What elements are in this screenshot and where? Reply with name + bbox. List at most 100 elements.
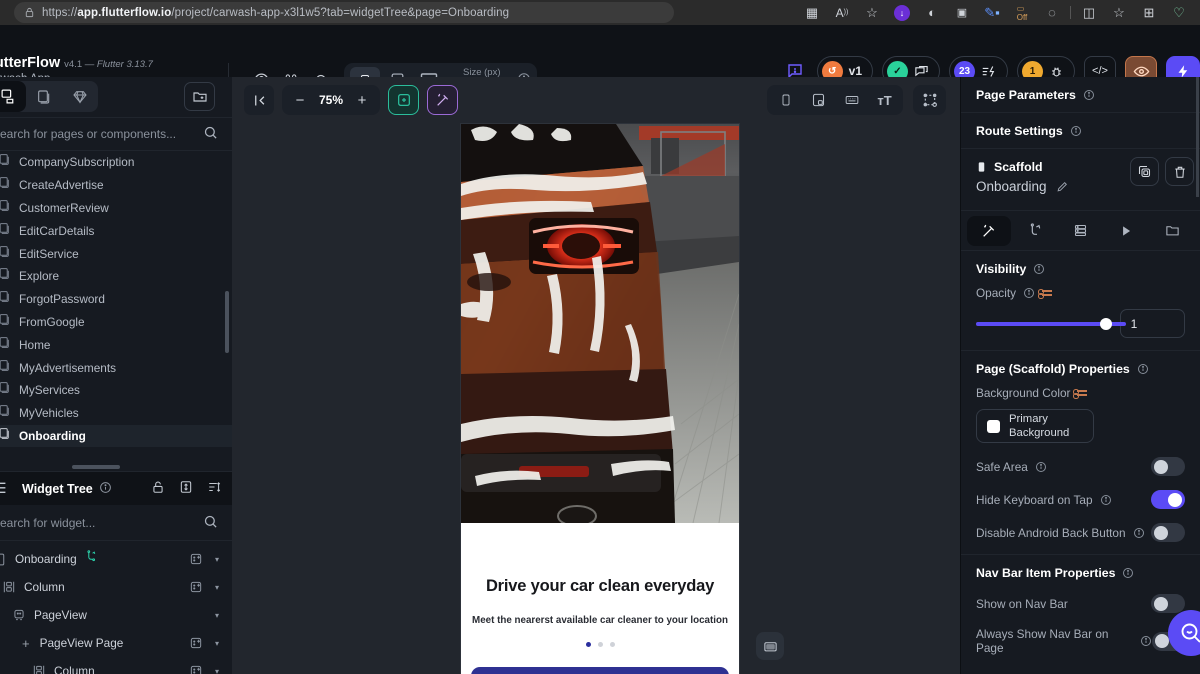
zoom-in-button[interactable]: +: [348, 86, 376, 114]
page-list-item[interactable]: Explore: [0, 265, 232, 288]
vertical-scrollbar[interactable]: [225, 291, 229, 353]
tab-animations[interactable]: [1104, 216, 1148, 246]
page-list-item[interactable]: MyAdvertisements: [0, 356, 232, 379]
plus-icon[interactable]: +: [22, 636, 30, 651]
chevron-down-icon[interactable]: ▾: [210, 555, 224, 564]
page-list-item[interactable]: CreateAdvertise: [0, 174, 232, 197]
magic-widget-button[interactable]: [427, 85, 458, 115]
tab-backend[interactable]: [1059, 216, 1103, 246]
show-on-nav-bar-row[interactable]: Show on Nav Bar: [976, 594, 1185, 613]
tree-node-pageview[interactable]: PageView ▾: [0, 601, 232, 629]
chevron-down-icon[interactable]: ▾: [210, 639, 224, 648]
page-list-item[interactable]: EditService: [0, 242, 232, 265]
info-icon[interactable]: [1083, 89, 1095, 101]
page-list-item[interactable]: FromGoogle: [0, 311, 232, 334]
add-child-icon[interactable]: [188, 579, 204, 595]
slider-knob[interactable]: [1099, 317, 1112, 330]
widget-search-row[interactable]: Search for widget...: [0, 505, 232, 541]
show-on-nav-bar-toggle[interactable]: [1151, 594, 1185, 613]
expand-collapse-icon[interactable]: [179, 480, 193, 497]
page-list-item[interactable]: ForgotPassword: [0, 288, 232, 311]
dot[interactable]: [597, 642, 603, 648]
components-tab[interactable]: [26, 81, 62, 112]
dot-active[interactable]: [585, 642, 591, 648]
widget-tree[interactable]: Onboarding ▾ Column ▾ PageView ▾ + PageV…: [0, 541, 232, 674]
page-list-item[interactable]: EditCarDetails: [0, 219, 232, 242]
horizontal-scrollbar[interactable]: [72, 465, 120, 469]
always-show-nav-bar-row[interactable]: Always Show Nav Bar on Page: [976, 627, 1185, 655]
page-list-item[interactable]: CompanySubscription: [0, 151, 232, 174]
extension-moon-icon[interactable]: ◐: [917, 0, 947, 25]
color-swatch[interactable]: [987, 419, 1000, 433]
collapse-left-icon[interactable]: [244, 85, 274, 115]
pages-tab[interactable]: [0, 81, 26, 112]
address-bar[interactable]: https://app.flutterflow.io/project/carwa…: [14, 2, 674, 23]
screenshot-icon[interactable]: ▣: [947, 0, 977, 25]
dot[interactable]: [609, 642, 615, 648]
add-child-icon[interactable]: [188, 635, 204, 651]
info-icon[interactable]: [1137, 363, 1149, 375]
split-screen-icon[interactable]: ◫: [1074, 0, 1104, 25]
read-aloud-icon[interactable]: A)): [827, 0, 857, 25]
disable-back-button-row[interactable]: Disable Android Back Button: [976, 523, 1185, 542]
hide-keyboard-toggle[interactable]: [1151, 490, 1185, 509]
canvas-panel-icon[interactable]: [756, 632, 784, 660]
text-scale-icon[interactable]: тT: [868, 85, 901, 115]
delete-scaffold-button[interactable]: [1165, 157, 1194, 186]
chevron-down-icon[interactable]: ▾: [210, 583, 224, 592]
add-favorite-icon[interactable]: ☆: [1104, 0, 1134, 25]
info-icon[interactable]: [99, 481, 112, 497]
page-list-item[interactable]: CustomerReview: [0, 197, 232, 220]
lock-tree-icon[interactable]: [151, 480, 165, 497]
chevron-down-icon[interactable]: ▾: [210, 611, 224, 620]
info-icon[interactable]: [1100, 494, 1112, 506]
hide-keyboard-row[interactable]: Hide Keyboard on Tap: [976, 490, 1185, 509]
page-list-item-onboarding[interactable]: Onboarding: [0, 424, 232, 448]
device-frame-icon[interactable]: [769, 85, 802, 115]
safe-area-icon[interactable]: [802, 85, 835, 115]
download-icon[interactable]: ↓: [887, 0, 917, 25]
tree-node-column-nested[interactable]: Column ▾: [0, 657, 232, 674]
tab-actions[interactable]: [1013, 216, 1057, 246]
chevron-down-icon[interactable]: ▾: [210, 667, 224, 674]
add-widget-button[interactable]: [388, 85, 419, 115]
collections-icon[interactable]: ▦: [797, 0, 827, 25]
page-list-item[interactable]: MyVehicles: [0, 402, 232, 425]
tree-node-onboarding[interactable]: Onboarding ▾: [0, 545, 232, 573]
info-icon[interactable]: [1140, 635, 1152, 647]
opacity-value-field[interactable]: 1: [1119, 309, 1185, 338]
set-variable-icon[interactable]: [1073, 389, 1088, 399]
opacity-slider[interactable]: [976, 317, 1126, 330]
pencil-icon[interactable]: [1056, 180, 1069, 193]
safe-area-row[interactable]: Safe Area: [976, 457, 1185, 476]
info-icon[interactable]: [1023, 287, 1035, 299]
keyboard-icon[interactable]: [835, 85, 868, 115]
page-list[interactable]: CompanySubscription CreateAdvertise Cust…: [0, 151, 232, 471]
page-parameters-section[interactable]: Page Parameters: [961, 77, 1200, 113]
zoom-out-button[interactable]: −: [286, 86, 314, 114]
tree-node-column[interactable]: Column ▾: [0, 573, 232, 601]
duplicate-scaffold-button[interactable]: [1130, 157, 1159, 186]
tree-node-pageview-page[interactable]: + PageView Page ▾: [0, 629, 232, 657]
disable-back-button-toggle[interactable]: [1151, 523, 1185, 542]
background-color-field[interactable]: Primary Background: [976, 409, 1094, 443]
info-icon[interactable]: [1133, 527, 1145, 539]
sort-tree-icon[interactable]: [207, 480, 222, 497]
primary-cta-button[interactable]: [If/Then/Else (2 Conditions)]: [471, 667, 729, 674]
add-child-icon[interactable]: [188, 551, 204, 567]
page-search-input[interactable]: Search for pages or components...: [0, 127, 176, 141]
set-variable-icon[interactable]: [1038, 289, 1052, 299]
add-child-icon[interactable]: [188, 663, 204, 674]
page-list-item[interactable]: Home: [0, 333, 232, 356]
highlighter-icon[interactable]: ✎ ▪: [977, 0, 1007, 25]
widget-search-input[interactable]: Search for widget...: [0, 516, 95, 530]
design-system-tab[interactable]: [62, 81, 98, 112]
tracking-off-icon[interactable]: ▭ Off: [1007, 0, 1037, 25]
safe-area-toggle[interactable]: [1151, 457, 1185, 476]
browser-essentials-icon[interactable]: ♡: [1164, 0, 1194, 25]
favorite-star-icon[interactable]: ☆: [857, 0, 887, 25]
search-icon[interactable]: [203, 514, 218, 532]
info-icon[interactable]: [1035, 461, 1047, 473]
route-settings-section[interactable]: Route Settings: [961, 113, 1200, 149]
info-icon[interactable]: [1122, 567, 1134, 579]
